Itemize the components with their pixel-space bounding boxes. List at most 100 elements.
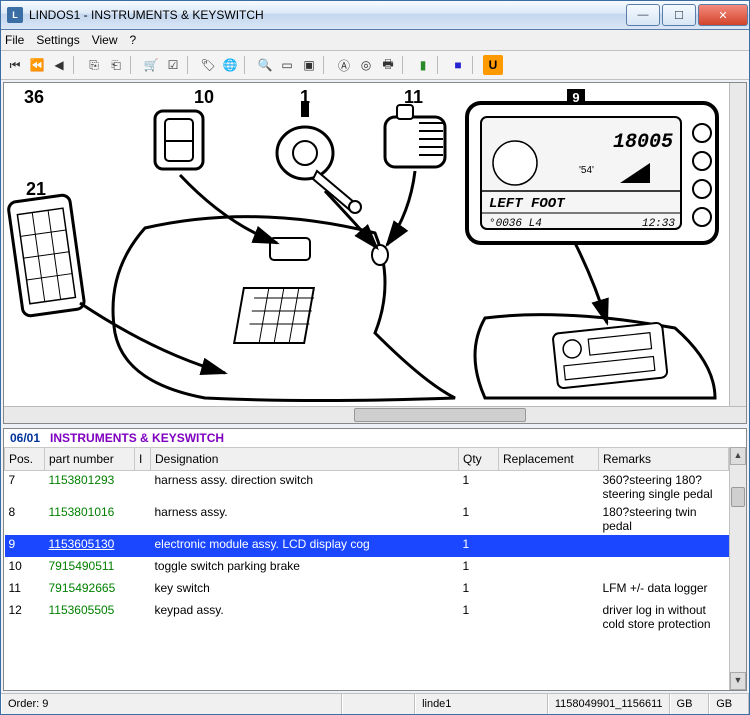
cell-rep xyxy=(499,601,599,633)
cell-i xyxy=(135,471,151,504)
minimize-button[interactable]: — xyxy=(626,4,660,26)
globe-icon[interactable]: 🌐 xyxy=(220,55,240,75)
scroll-up-icon[interactable]: ▲ xyxy=(730,447,746,465)
diagram-canvas[interactable]: 18005 '54' 54° LEFT FOOT °0036 L4 12:33 … xyxy=(4,83,746,423)
col-replacement[interactable]: Replacement xyxy=(499,448,599,471)
col-i[interactable]: I xyxy=(135,448,151,471)
cell-qty: 1 xyxy=(459,535,499,557)
cell-pos: 10 xyxy=(5,557,45,579)
lcd-module-icon: 18005 '54' 54° LEFT FOOT °0036 L4 12:33 … xyxy=(467,89,717,243)
table-row[interactable]: 117915492665key switch1LFM +/- data logg… xyxy=(5,579,729,601)
dash-display-icon xyxy=(475,315,715,398)
cell-i xyxy=(135,557,151,579)
toolbar-sep xyxy=(187,56,194,74)
callout-36: 36 xyxy=(24,87,44,108)
toolbar: ⏮ ⏪ ◀ ⎘ ⎗ 🛒 ☑ 🏷 🌐 🔍 ▭ ▣ Ⓐ ◎ 🖶 ▮ ■ U xyxy=(1,51,749,80)
table-row[interactable]: 71153801293 harness assy. direction switc… xyxy=(5,471,729,504)
first-icon[interactable]: ⏮ xyxy=(5,55,25,75)
cell-rem: 360?steering 180?steering single pedal xyxy=(599,471,729,504)
rewind-icon[interactable]: ⏪ xyxy=(27,55,47,75)
titlebar: L LINDOS1 - INSTRUMENTS & KEYSWITCH — ☐ … xyxy=(1,1,749,30)
diagram-hscrollbar[interactable] xyxy=(4,406,746,423)
table-row[interactable]: 107915490511toggle switch parking brake1 xyxy=(5,557,729,579)
cell-pos: 7 xyxy=(5,471,45,504)
status-lang1: GB xyxy=(670,694,710,714)
table-row[interactable]: 81153801016harness assy.1180?steering tw… xyxy=(5,503,729,535)
close-button[interactable]: ✕ xyxy=(698,4,748,26)
grid-vscrollbar[interactable]: ▲ ▼ xyxy=(729,447,746,690)
cell-rep xyxy=(499,579,599,601)
blue-box-icon[interactable]: ■ xyxy=(448,55,468,75)
callout-21: 21 xyxy=(26,179,46,200)
cell-qty: 1 xyxy=(459,503,499,535)
col-remarks[interactable]: Remarks xyxy=(599,448,729,471)
copy-right-icon[interactable]: ⎗ xyxy=(106,55,126,75)
lcd-line3a: °0036 L4 xyxy=(489,218,542,230)
keypad-icon xyxy=(8,194,85,317)
zoom-in-icon[interactable]: 🔍 xyxy=(255,55,275,75)
section-name: INSTRUMENTS & KEYSWITCH xyxy=(50,431,224,445)
tag-icon[interactable]: 🏷 xyxy=(198,55,218,75)
menu-view[interactable]: View xyxy=(92,33,118,47)
menu-file[interactable]: File xyxy=(5,33,24,47)
check-icon[interactable]: ☑ xyxy=(163,55,183,75)
cell-des: harness assy. direction switch xyxy=(151,471,459,504)
prev-icon[interactable]: ◀ xyxy=(49,55,69,75)
cell-rem xyxy=(599,535,729,557)
lcd-line3b: 12:33 xyxy=(642,218,675,230)
page-icon[interactable]: ▭ xyxy=(277,55,297,75)
cell-pn: 1153801293 xyxy=(45,471,135,504)
toolbar-sep xyxy=(73,56,80,74)
callout-1: 1 xyxy=(300,87,310,108)
col-pos[interactable]: Pos. xyxy=(5,448,45,471)
scroll-down-icon[interactable]: ▼ xyxy=(730,672,746,690)
toolbar-sep xyxy=(402,56,409,74)
col-part-number[interactable]: part number xyxy=(45,448,135,471)
cell-pn: 7915490511 xyxy=(45,557,135,579)
col-qty[interactable]: Qty xyxy=(459,448,499,471)
cell-des: toggle switch parking brake xyxy=(151,557,459,579)
app-window: L LINDOS1 - INSTRUMENTS & KEYSWITCH — ☐ … xyxy=(0,0,750,715)
knob-icon xyxy=(385,105,445,167)
menu-help[interactable]: ? xyxy=(130,33,137,47)
cell-pos: 12 xyxy=(5,601,45,633)
cell-qty: 1 xyxy=(459,471,499,504)
status-order: Order: 9 xyxy=(1,694,342,714)
callout-11: 11 xyxy=(404,87,423,108)
cell-pos: 9 xyxy=(5,535,45,557)
callout-10: 10 xyxy=(194,87,214,108)
cell-rep xyxy=(499,503,599,535)
table-row[interactable]: 91153605130electronic module assy. LCD d… xyxy=(5,535,729,557)
cell-pn: 1153605505 xyxy=(45,601,135,633)
cell-rem: LFM +/- data logger xyxy=(599,579,729,601)
table-row[interactable]: 121153605505keypad assy.1driver log in w… xyxy=(5,601,729,633)
status-user: linde1 xyxy=(415,694,548,714)
section-number: 06/01 xyxy=(10,431,40,445)
maximize-button[interactable]: ☐ xyxy=(662,4,696,26)
table-header: Pos. part number I Designation Qty Repla… xyxy=(5,448,729,471)
lcd-line1: 18005 xyxy=(613,131,673,154)
cart-icon[interactable]: 🛒 xyxy=(141,55,161,75)
key-switch-icon xyxy=(277,101,361,213)
parts-panel: 06/01 INSTRUMENTS & KEYSWITCH Pos. part … xyxy=(3,428,747,691)
cell-rep xyxy=(499,471,599,504)
cell-rem: driver log in without cold store protect… xyxy=(599,601,729,633)
status-lang2: GB xyxy=(709,694,749,714)
copy-left-icon[interactable]: ⎘ xyxy=(84,55,104,75)
col-designation[interactable]: Designation xyxy=(151,448,459,471)
search-icon[interactable]: ◎ xyxy=(356,55,376,75)
cell-rem xyxy=(599,557,729,579)
menu-settings[interactable]: Settings xyxy=(36,33,79,47)
cell-i xyxy=(135,503,151,535)
scroll-thumb[interactable] xyxy=(731,487,745,507)
book-icon[interactable]: ▮ xyxy=(413,55,433,75)
u-icon[interactable]: U xyxy=(483,55,503,75)
cell-pos: 8 xyxy=(5,503,45,535)
cell-des: keypad assy. xyxy=(151,601,459,633)
diagram-vscrollbar[interactable] xyxy=(729,83,746,407)
a-icon[interactable]: Ⓐ xyxy=(334,55,354,75)
fit-icon[interactable]: ▣ xyxy=(299,55,319,75)
diagram-svg: 18005 '54' 54° LEFT FOOT °0036 L4 12:33 … xyxy=(4,83,746,423)
print-icon[interactable]: 🖶 xyxy=(378,55,398,75)
toolbar-sep xyxy=(130,56,137,74)
